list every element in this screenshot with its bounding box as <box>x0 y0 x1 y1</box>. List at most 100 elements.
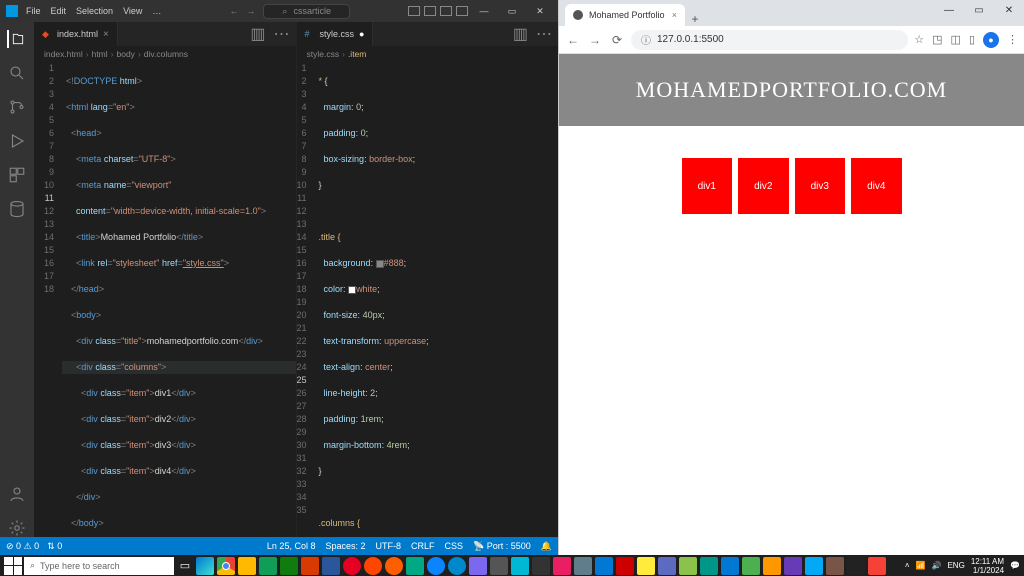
edge-icon[interactable] <box>196 557 214 575</box>
messenger-icon[interactable] <box>427 557 445 575</box>
app-icon[interactable] <box>469 557 487 575</box>
more-icon[interactable]: ⋯ <box>274 24 290 44</box>
reload-button[interactable]: ⟳ <box>609 33 625 47</box>
telegram-icon[interactable] <box>448 557 466 575</box>
app-icon[interactable] <box>511 557 529 575</box>
app-icon[interactable] <box>763 557 781 575</box>
tab-style-css[interactable]: # style.css ● <box>297 22 374 46</box>
menu-icon[interactable]: ⋮ <box>1007 33 1018 46</box>
tray-network-icon[interactable]: 📶 <box>916 561 926 570</box>
app-icon[interactable] <box>490 557 508 575</box>
menu-more[interactable]: … <box>152 6 161 16</box>
back-button[interactable]: ← <box>565 33 581 47</box>
run-debug-icon[interactable] <box>8 132 26 150</box>
close-icon[interactable]: × <box>103 29 109 40</box>
menu-view[interactable]: View <box>123 6 142 16</box>
settings-icon[interactable] <box>8 519 26 537</box>
extension-icon-2[interactable]: ◫ <box>951 33 961 46</box>
browser-tab[interactable]: Mohamed Portfolio × <box>565 4 685 26</box>
crumb[interactable]: style.css <box>307 49 340 59</box>
new-tab-button[interactable]: + <box>685 12 705 26</box>
profile-avatar[interactable]: ● <box>983 32 999 48</box>
source-control-icon[interactable] <box>8 98 26 116</box>
app-icon[interactable] <box>637 557 655 575</box>
app-icon[interactable] <box>742 557 760 575</box>
bookmark-icon[interactable]: ☆ <box>914 33 924 46</box>
word-icon[interactable] <box>322 557 340 575</box>
layout-icon-2[interactable] <box>424 6 436 16</box>
breadcrumbs-right[interactable]: style.css› .item <box>297 46 559 62</box>
app-icon[interactable] <box>385 557 403 575</box>
app-icon[interactable] <box>553 557 571 575</box>
sheets-icon[interactable] <box>259 557 277 575</box>
whatsapp-icon[interactable] <box>406 557 424 575</box>
forward-button[interactable]: → <box>587 33 603 47</box>
tray-notifications-icon[interactable]: 💬 <box>1010 561 1020 570</box>
site-info-icon[interactable]: ⓘ <box>641 32 651 47</box>
status-errors[interactable]: ⊘ 0 ⚠ 0 <box>6 541 39 552</box>
close-tab-icon[interactable]: × <box>672 10 677 20</box>
crumb[interactable]: body <box>117 49 135 59</box>
app-icon[interactable] <box>826 557 844 575</box>
close-button[interactable]: ✕ <box>528 6 552 17</box>
layout-icon-4[interactable] <box>456 6 468 16</box>
search-sidebar-icon[interactable] <box>8 64 26 82</box>
command-center[interactable]: ⌕ cssarticle <box>263 4 350 19</box>
maximize-button[interactable]: ▭ <box>500 6 524 17</box>
status-eol[interactable]: CRLF <box>411 541 435 551</box>
more-icon[interactable]: ⋯ <box>536 24 552 44</box>
powerpoint-icon[interactable] <box>301 557 319 575</box>
code-editor-css[interactable]: 1234567891011121314151617181920212223242… <box>297 62 559 537</box>
status-live-server[interactable]: 📡 Port : 5500 <box>473 541 531 552</box>
app-icon[interactable] <box>658 557 676 575</box>
split-editor-icon[interactable]: ▥ <box>513 24 528 44</box>
app-icon[interactable] <box>364 557 382 575</box>
status-ports[interactable]: ⇅ 0 <box>47 541 62 552</box>
status-spaces[interactable]: Spaces: 2 <box>325 541 365 551</box>
crumb[interactable]: html <box>92 49 108 59</box>
close-button[interactable]: ✕ <box>994 0 1024 20</box>
layout-icon-3[interactable] <box>440 6 452 16</box>
menu-edit[interactable]: Edit <box>51 6 67 16</box>
tab-index-html[interactable]: ◆ index.html × <box>34 22 118 46</box>
status-language[interactable]: CSS <box>445 541 464 551</box>
crumb[interactable]: index.html <box>44 49 83 59</box>
app-icon[interactable] <box>721 557 739 575</box>
layout-icon[interactable] <box>408 6 420 16</box>
crumb[interactable]: div.columns <box>144 49 188 59</box>
maximize-button[interactable]: ▭ <box>964 0 994 20</box>
app-icon[interactable] <box>784 557 802 575</box>
side-panel-icon[interactable]: ▯ <box>969 33 975 46</box>
app-icon[interactable] <box>700 557 718 575</box>
status-bell-icon[interactable]: 🔔 <box>541 541 552 552</box>
extension-icon[interactable]: ◳ <box>932 33 942 46</box>
status-encoding[interactable]: UTF-8 <box>376 541 402 551</box>
menu-file[interactable]: File <box>26 6 41 16</box>
app-icon[interactable] <box>868 557 886 575</box>
accounts-icon[interactable] <box>8 485 26 503</box>
database-icon[interactable] <box>8 200 26 218</box>
start-button[interactable] <box>4 557 22 575</box>
app-icon[interactable] <box>847 557 865 575</box>
url-bar[interactable]: ⓘ 127.0.0.1:5500 <box>631 30 908 50</box>
vscode-taskbar-icon[interactable] <box>595 557 613 575</box>
nav-fwd-icon[interactable]: → <box>246 6 255 16</box>
task-view-icon[interactable]: ▭ <box>176 557 194 575</box>
minimize-button[interactable]: — <box>934 0 964 20</box>
explorer-icon[interactable] <box>7 30 25 48</box>
taskbar-search[interactable]: ⌕ Type here to search <box>24 557 174 575</box>
breadcrumbs-left[interactable]: index.html› html› body› div.columns <box>34 46 296 62</box>
split-editor-icon[interactable]: ▥ <box>250 24 265 44</box>
minimize-button[interactable]: — <box>472 6 496 16</box>
app-icon[interactable] <box>679 557 697 575</box>
crumb[interactable]: .item <box>348 49 366 59</box>
opera-icon[interactable] <box>343 557 361 575</box>
chrome-icon[interactable] <box>217 557 235 575</box>
excel-icon[interactable] <box>280 557 298 575</box>
status-cursor[interactable]: Ln 25, Col 8 <box>267 541 316 551</box>
tray-language[interactable]: ENG <box>947 561 964 570</box>
app-icon[interactable] <box>532 557 550 575</box>
tray-chevron-icon[interactable]: ˄ <box>905 561 910 570</box>
tray-clock[interactable]: 12:11 AM 1/1/2024 <box>971 557 1004 575</box>
app-icon[interactable] <box>805 557 823 575</box>
